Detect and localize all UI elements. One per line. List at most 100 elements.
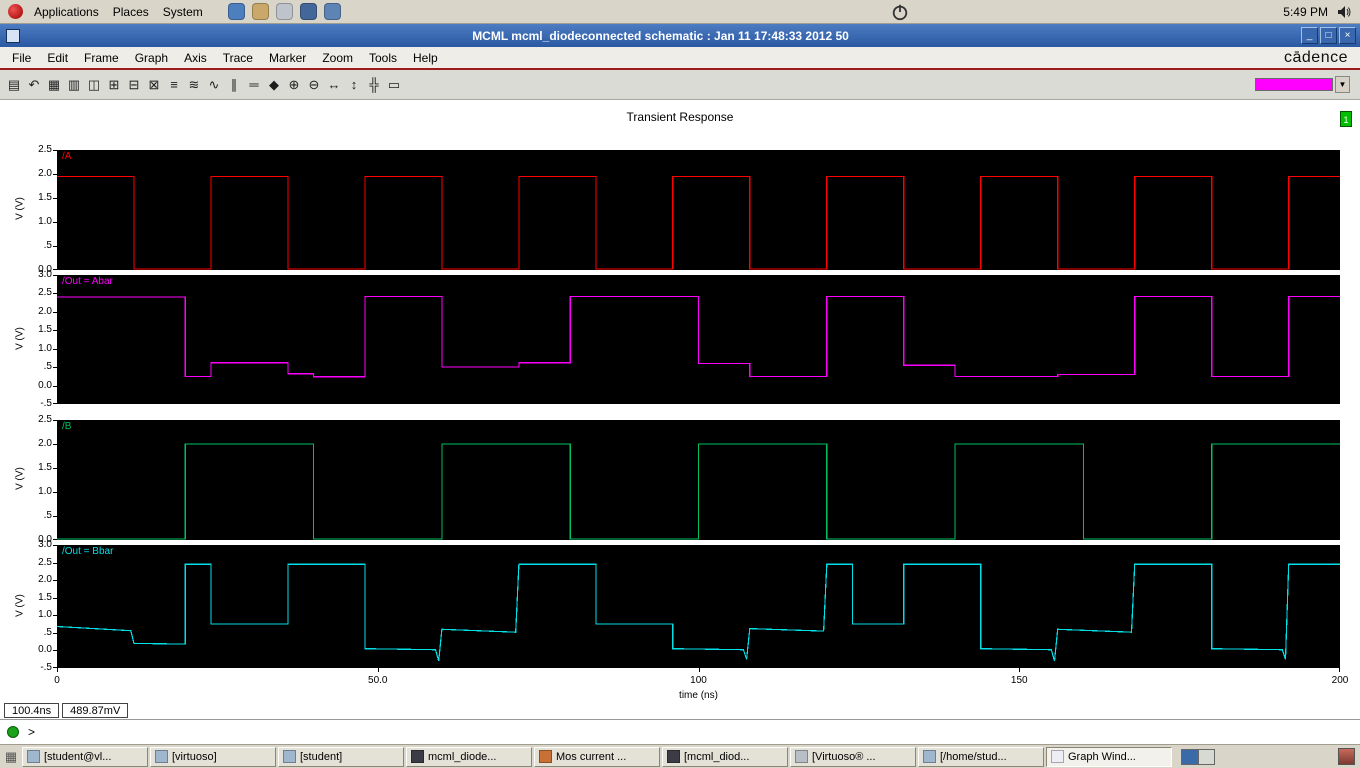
pan-icon[interactable]: ╬ [364, 75, 384, 95]
y-tick-label: 1.0 [38, 609, 52, 621]
menu-frame[interactable]: Frame [76, 48, 127, 68]
panel-applet-icon[interactable] [1338, 748, 1355, 765]
launcher-email-icon[interactable] [251, 3, 269, 20]
launcher-documents-icon[interactable] [275, 3, 293, 20]
panel-right: 5:49 PM [1283, 4, 1352, 20]
toolbar: ▤ ↶ ▦ ▥ ◫ ⊞ ⊟ ⊠ ≡ ≋ ∿ ∥ ═ ◆ ⊕ ⊖ ↔ ↕ ╬ ▭ ▼ [0, 70, 1360, 100]
clock[interactable]: 5:49 PM [1283, 5, 1328, 19]
x-tick-label: 50.0 [368, 675, 388, 686]
waveform-canvas[interactable] [57, 420, 1340, 540]
task-items: [student@vl... [virtuoso] [student] mcml_di… [22, 746, 1172, 767]
launcher-help-icon[interactable] [323, 3, 341, 20]
window-list-icon[interactable]: ▦ [3, 749, 19, 765]
menu-applications[interactable]: Applications [27, 2, 106, 22]
page-badge[interactable]: 1 [1340, 111, 1352, 127]
status-led-icon [7, 725, 19, 738]
y-tick-label: 1.5 [38, 324, 52, 336]
trace-style-icon[interactable]: ∿ [204, 75, 224, 95]
workspace-cell-active[interactable] [1181, 748, 1198, 765]
window-title: MCML mcml_diodeconnected schematic : Jan… [472, 28, 849, 43]
desktop: Applications Places System 5:49 PM MCML mc… [0, 0, 1360, 768]
task-button[interactable]: [virtuoso] [150, 746, 276, 767]
y-tick-label: 2.0 [38, 305, 52, 317]
menu-graph[interactable]: Graph [127, 48, 176, 68]
menu-trace[interactable]: Trace [215, 48, 261, 68]
zoom-in-icon[interactable]: ⊕ [284, 75, 304, 95]
window-titlebar[interactable]: MCML mcml_diodeconnected schematic : Jan… [0, 24, 1360, 47]
y-tick-label: -.5 [40, 398, 52, 409]
y-tick-label: -.5 [40, 662, 52, 673]
menu-places[interactable]: Places [106, 2, 156, 22]
menu-tools[interactable]: Tools [361, 48, 405, 68]
copy-window-icon[interactable]: ⊠ [144, 75, 164, 95]
zoom-x-icon[interactable]: ↔ [324, 75, 344, 95]
y-tick-label: 0.0 [38, 379, 52, 391]
trace-label[interactable]: /B [60, 421, 74, 433]
add-subwindow-icon[interactable]: ⊞ [104, 75, 124, 95]
window-menu-icon[interactable] [6, 28, 20, 43]
menu-marker[interactable]: Marker [261, 48, 314, 68]
workspace-cell[interactable] [1198, 748, 1215, 765]
terminal-icon [283, 750, 296, 763]
task-label: [student@vl... [44, 750, 112, 763]
color-dropdown-arrow-icon[interactable]: ▼ [1335, 76, 1350, 93]
strip-list-icon[interactable]: ▥ [64, 75, 84, 95]
waveform-canvas[interactable] [57, 275, 1340, 404]
y-tick-label: 2.5 [38, 144, 52, 155]
horizontal-marker-icon[interactable]: ═ [244, 75, 264, 95]
print-icon[interactable]: ▤ [4, 75, 24, 95]
workspace-switcher[interactable] [1181, 748, 1215, 765]
y-tick-label: .5 [43, 361, 52, 373]
distro-logo-icon[interactable] [8, 4, 23, 19]
waveform-canvas[interactable] [57, 150, 1340, 270]
menu-help[interactable]: Help [405, 48, 446, 68]
zoom-y-icon[interactable]: ↕ [344, 75, 364, 95]
menu-system[interactable]: System [156, 2, 210, 22]
shutdown-icon[interactable] [891, 3, 909, 21]
fit-icon[interactable]: ▭ [384, 75, 404, 95]
maximize-button[interactable]: □ [1320, 27, 1337, 44]
point-marker-icon[interactable]: ◆ [264, 75, 284, 95]
task-button[interactable]: [Virtuoso® ... [790, 746, 916, 767]
menu-edit[interactable]: Edit [39, 48, 76, 68]
task-button[interactable]: [student@vl... [22, 746, 148, 767]
menu-axis[interactable]: Axis [176, 48, 215, 68]
waveform-canvas[interactable] [57, 545, 1340, 668]
task-button[interactable]: mcml_diode... [406, 746, 532, 767]
close-button[interactable]: × [1339, 27, 1356, 44]
task-label: [Virtuoso® ... [812, 750, 876, 763]
task-button[interactable]: Graph Wind... [1046, 746, 1172, 767]
trace-color-swatch[interactable] [1255, 78, 1333, 91]
volume-icon[interactable] [1336, 4, 1352, 20]
trace-label[interactable]: /A [60, 151, 74, 163]
y-tick-label: 1.0 [38, 486, 52, 497]
menu-file[interactable]: File [4, 48, 39, 68]
task-button[interactable]: [student] [278, 746, 404, 767]
y-tick-label: 3.0 [38, 539, 52, 550]
y-tick-label: 1.0 [38, 342, 52, 354]
terminal-icon [923, 750, 936, 763]
grid-icon[interactable]: ▦ [44, 75, 64, 95]
launcher-terminal-icon[interactable] [299, 3, 317, 20]
command-line[interactable]: > [0, 719, 1360, 743]
launcher-web-browser-icon[interactable] [227, 3, 245, 20]
task-button[interactable]: [/home/stud... [918, 746, 1044, 767]
task-button[interactable]: [mcml_diod... [662, 746, 788, 767]
vertical-marker-icon[interactable]: ∥ [224, 75, 244, 95]
undo-icon[interactable]: ↶ [24, 75, 44, 95]
trace-label[interactable]: /Out = Abar [60, 276, 115, 288]
zoom-out-icon[interactable]: ⊖ [304, 75, 324, 95]
cadence-logo: cādence [1284, 48, 1348, 66]
y-tick-label: 1.5 [38, 462, 52, 473]
trace-label[interactable]: /Out = Bbar [60, 546, 116, 558]
overlay-mode-icon[interactable]: ≋ [184, 75, 204, 95]
delete-subwindow-icon[interactable]: ⊟ [124, 75, 144, 95]
strip-mode-icon[interactable]: ≡ [164, 75, 184, 95]
minimize-button[interactable]: _ [1301, 27, 1318, 44]
menu-zoom[interactable]: Zoom [314, 48, 361, 68]
y-tick-label: 2.0 [38, 168, 52, 179]
task-button[interactable]: Mos current ... [534, 746, 660, 767]
x-tick-mark [698, 668, 700, 672]
y-tick-label: 2.0 [38, 574, 52, 586]
window-split-icon[interactable]: ◫ [84, 75, 104, 95]
